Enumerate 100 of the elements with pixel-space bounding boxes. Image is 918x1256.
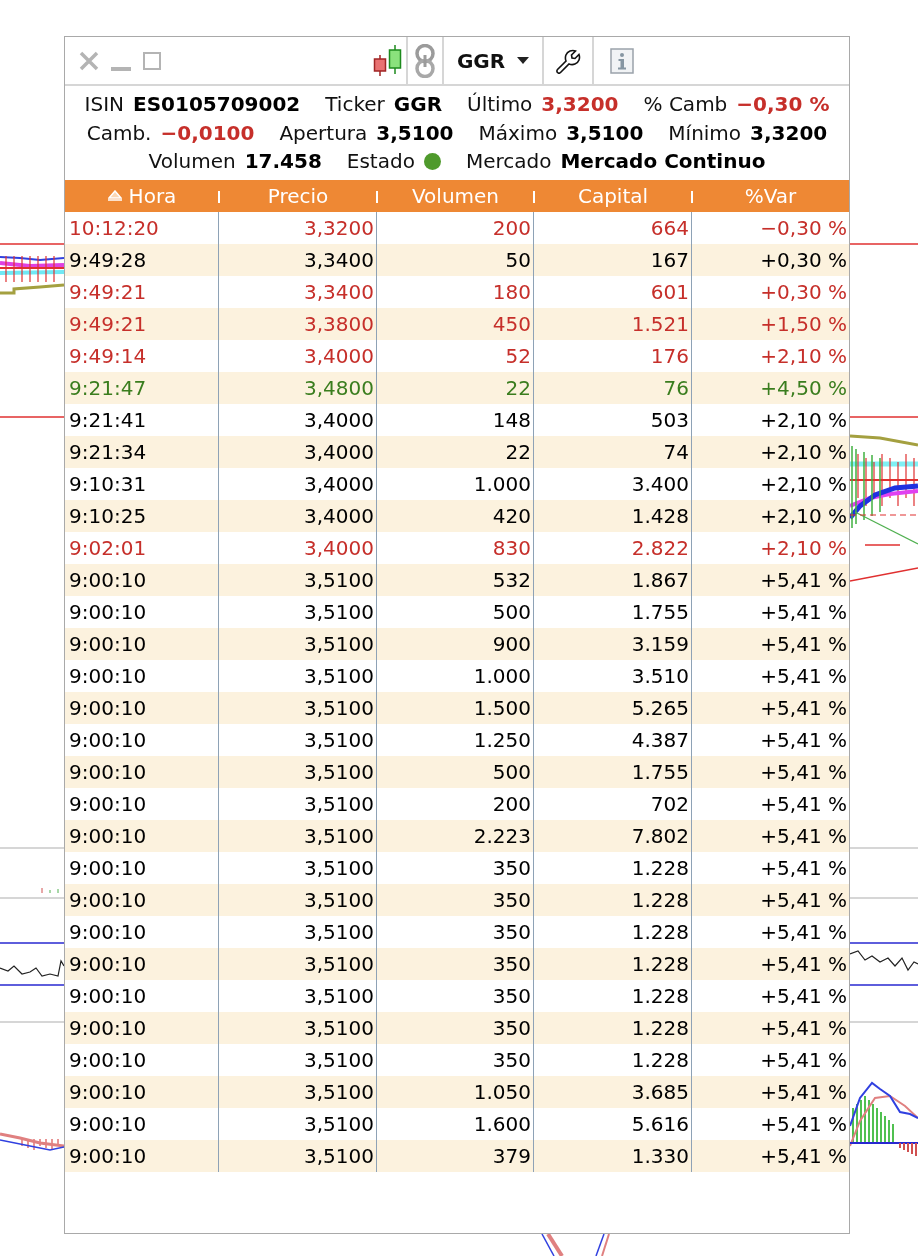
column-header[interactable]: Capital: [534, 179, 692, 212]
candlestick-icon[interactable]: [373, 44, 403, 77]
table-cell: 1.000: [377, 659, 534, 692]
sort-ascending-icon: [107, 190, 122, 201]
table-cell: 1.500: [377, 691, 534, 724]
field-label: Estado: [346, 149, 415, 174]
table-cell: 50: [377, 243, 534, 276]
table-cell: 167: [534, 243, 692, 276]
table-cell: 9:00:10: [65, 595, 219, 628]
table-cell-text: +2,10 %: [759, 502, 848, 530]
table-cell: 3,5100: [219, 659, 377, 692]
table-cell: 9:49:14: [65, 339, 219, 372]
table-cell: 3,5100: [219, 947, 377, 980]
ticker-dropdown[interactable]: GGR: [456, 48, 530, 73]
table-cell: 9:00:10: [65, 723, 219, 756]
column-header[interactable]: %Var: [692, 179, 849, 212]
maximize-icon[interactable]: [143, 51, 161, 70]
table-cell: 3.159: [534, 627, 692, 660]
field-label: Ticker: [325, 92, 385, 117]
table-cell: 3,5100: [219, 883, 377, 916]
caret-icon: [517, 57, 530, 64]
table-cell: 9:00:10: [65, 979, 219, 1012]
table-cell: 1.050: [377, 1075, 534, 1108]
table-cell: 3,3200: [219, 211, 377, 244]
table-cell: 3,5100: [219, 1139, 377, 1172]
table-cell: 3,3800: [219, 307, 377, 340]
table-cell: 3,4800: [219, 371, 377, 404]
field-value: Mercado Continuo: [560, 149, 766, 174]
table-cell: 9:00:10: [65, 851, 219, 884]
column-header[interactable]: Hora: [65, 179, 219, 212]
table-cell: 9:49:21: [65, 307, 219, 340]
table-cell-text: +5,41 %: [759, 662, 848, 690]
column-header[interactable]: Volumen: [377, 179, 534, 212]
field-value: −0,30 %: [736, 92, 830, 117]
table-cell: 503: [534, 403, 692, 436]
table-cell: 22: [377, 435, 534, 468]
table-cell: 9:00:10: [65, 883, 219, 916]
table-cell: 3,3400: [219, 275, 377, 308]
table-cell: 3,5100: [219, 595, 377, 628]
table-cell: 3,5100: [219, 691, 377, 724]
table-cell-text: +5,41 %: [759, 1142, 848, 1170]
table-cell: 450: [377, 307, 534, 340]
table-cell-text: +5,41 %: [759, 566, 848, 594]
table-cell: 3,5100: [219, 787, 377, 820]
table-cell: 76: [534, 371, 692, 404]
table-cell: 1.228: [534, 1011, 692, 1044]
table-cell: 176: [534, 339, 692, 372]
table-cell: 9:00:10: [65, 1075, 219, 1108]
table-cell: 200: [377, 211, 534, 244]
table-cell: 180: [377, 275, 534, 308]
table-cell: 3,4000: [219, 435, 377, 468]
table-cell: 532: [377, 563, 534, 596]
table-cell: 9:49:28: [65, 243, 219, 276]
table-cell-text: +5,41 %: [759, 694, 848, 722]
table-cell: 9:00:10: [65, 1107, 219, 1140]
wrench-icon[interactable]: [555, 47, 581, 74]
table-cell: 3.510: [534, 659, 692, 692]
table-cell-text: +0,30 %: [759, 278, 848, 306]
field-label: Apertura: [279, 120, 368, 145]
table-cell: 1.228: [534, 883, 692, 916]
field-label: Mercado: [465, 149, 552, 174]
table-cell: 3,5100: [219, 819, 377, 852]
table-cell: 22: [377, 371, 534, 404]
table-cell: 3,4000: [219, 467, 377, 500]
table-cell: 5.265: [534, 691, 692, 724]
table-cell: 3,5100: [219, 851, 377, 884]
table-cell: 200: [377, 787, 534, 820]
column-header[interactable]: Precio: [219, 179, 377, 212]
table-cell-text: +0,30 %: [759, 246, 848, 274]
table-cell-text: −0,30 %: [759, 214, 848, 242]
table-cell-text: +5,41 %: [759, 822, 848, 850]
table-cell: 1.228: [534, 979, 692, 1012]
table-cell-text: +1,50 %: [759, 310, 848, 338]
field-value: 3,5100: [566, 120, 644, 145]
table-cell: 9:00:10: [65, 659, 219, 692]
table-cell-text: +5,41 %: [759, 790, 848, 818]
chain-link-icon[interactable]: [415, 43, 435, 78]
table-cell: 3,4000: [219, 403, 377, 436]
table-cell: 420: [377, 499, 534, 532]
table-cell: 3,5100: [219, 1043, 377, 1076]
minimize-icon[interactable]: [111, 66, 131, 71]
table-cell: 3,5100: [219, 915, 377, 948]
table-cell: 350: [377, 947, 534, 980]
table-cell: 601: [534, 275, 692, 308]
table-cell: 1.330: [534, 1139, 692, 1172]
table-cell: 350: [377, 851, 534, 884]
table-cell: 9:21:34: [65, 435, 219, 468]
info-icon[interactable]: [610, 47, 634, 74]
table-cell-text: +2,10 %: [759, 438, 848, 466]
table-cell: 900: [377, 627, 534, 660]
table-cell: 379: [377, 1139, 534, 1172]
chart-fragment-drawing: [540, 1234, 612, 1256]
table-cell: 9:00:10: [65, 947, 219, 980]
table-cell: 1.228: [534, 851, 692, 884]
table-cell-text: +5,41 %: [759, 1110, 848, 1138]
table-cell: 3,5100: [219, 627, 377, 660]
table-cell: 9:00:10: [65, 691, 219, 724]
table-cell: 500: [377, 755, 534, 788]
field-value: ES0105709002: [133, 92, 301, 117]
close-icon[interactable]: [79, 50, 99, 71]
